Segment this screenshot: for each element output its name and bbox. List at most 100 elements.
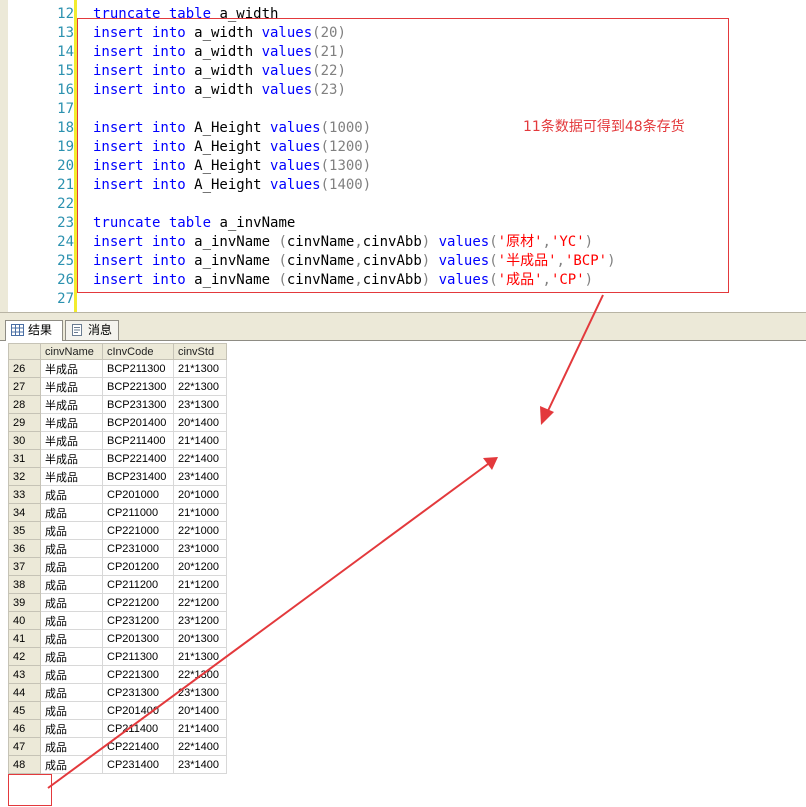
- table-row[interactable]: 42 成品 CP211300 21*1300: [8, 647, 227, 666]
- cell-cinvstd[interactable]: 23*1200: [173, 611, 227, 630]
- cell-cinvname[interactable]: 成品: [40, 485, 103, 504]
- cell-cinvcode[interactable]: CP231000: [102, 539, 174, 558]
- cell-cinvname[interactable]: 半成品: [40, 467, 103, 486]
- column-header-cinvname[interactable]: cinvName: [40, 343, 103, 360]
- table-row[interactable]: 46 成品 CP211400 21*1400: [8, 719, 227, 738]
- cell-cinvcode[interactable]: BCP221300: [102, 377, 174, 396]
- cell-cinvcode[interactable]: CP221400: [102, 737, 174, 756]
- cell-cinvname[interactable]: 成品: [40, 521, 103, 540]
- table-row[interactable]: 47 成品 CP221400 22*1400: [8, 737, 227, 756]
- table-row[interactable]: 43 成品 CP221300 22*1300: [8, 665, 227, 684]
- table-row[interactable]: 35 成品 CP221000 22*1000: [8, 521, 227, 540]
- cell-cinvcode[interactable]: BCP231400: [102, 467, 174, 486]
- cell-cinvstd[interactable]: 22*1300: [173, 665, 227, 684]
- cell-cinvname[interactable]: 半成品: [40, 359, 103, 378]
- cell-cinvname[interactable]: 成品: [40, 647, 103, 666]
- cell-cinvstd[interactable]: 22*1300: [173, 377, 227, 396]
- cell-cinvcode[interactable]: BCP211400: [102, 431, 174, 450]
- row-number[interactable]: 36: [8, 539, 41, 558]
- tab-results[interactable]: 结果: [5, 320, 63, 341]
- cell-cinvcode[interactable]: CP231200: [102, 611, 174, 630]
- cell-cinvname[interactable]: 半成品: [40, 449, 103, 468]
- results-pane[interactable]: cinvName cInvCode cinvStd 26 半成品 BCP211300…: [0, 341, 806, 807]
- table-row[interactable]: 36 成品 CP231000 23*1000: [8, 539, 227, 558]
- table-row[interactable]: 38 成品 CP211200 21*1200: [8, 575, 227, 594]
- column-header-cinvstd[interactable]: cinvStd: [173, 343, 227, 360]
- cell-cinvname[interactable]: 半成品: [40, 431, 103, 450]
- cell-cinvname[interactable]: 成品: [40, 557, 103, 576]
- table-row[interactable]: 26 半成品 BCP211300 21*1300: [8, 359, 227, 378]
- results-grid[interactable]: cinvName cInvCode cinvStd 26 半成品 BCP211300…: [8, 343, 227, 774]
- cell-cinvstd[interactable]: 21*1000: [173, 503, 227, 522]
- table-row[interactable]: 34 成品 CP211000 21*1000: [8, 503, 227, 522]
- cell-cinvstd[interactable]: 23*1300: [173, 395, 227, 414]
- table-row[interactable]: 45 成品 CP201400 20*1400: [8, 701, 227, 720]
- cell-cinvcode[interactable]: CP201000: [102, 485, 174, 504]
- cell-cinvstd[interactable]: 22*1200: [173, 593, 227, 612]
- cell-cinvstd[interactable]: 23*1400: [173, 755, 227, 774]
- cell-cinvcode[interactable]: CP201300: [102, 629, 174, 648]
- table-row[interactable]: 39 成品 CP221200 22*1200: [8, 593, 227, 612]
- row-number[interactable]: 32: [8, 467, 41, 486]
- cell-cinvstd[interactable]: 23*1000: [173, 539, 227, 558]
- cell-cinvcode[interactable]: BCP231300: [102, 395, 174, 414]
- cell-cinvname[interactable]: 成品: [40, 629, 103, 648]
- cell-cinvcode[interactable]: CP211300: [102, 647, 174, 666]
- cell-cinvname[interactable]: 成品: [40, 593, 103, 612]
- tab-messages[interactable]: 消息: [65, 320, 119, 340]
- cell-cinvname[interactable]: 半成品: [40, 395, 103, 414]
- row-number[interactable]: 31: [8, 449, 41, 468]
- table-row[interactable]: 44 成品 CP231300 23*1300: [8, 683, 227, 702]
- cell-cinvname[interactable]: 成品: [40, 575, 103, 594]
- cell-cinvstd[interactable]: 20*1200: [173, 557, 227, 576]
- cell-cinvstd[interactable]: 20*1400: [173, 413, 227, 432]
- cell-cinvname[interactable]: 成品: [40, 701, 103, 720]
- cell-cinvstd[interactable]: 20*1400: [173, 701, 227, 720]
- row-number[interactable]: 33: [8, 485, 41, 504]
- cell-cinvname[interactable]: 半成品: [40, 377, 103, 396]
- table-row[interactable]: 30 半成品 BCP211400 21*1400: [8, 431, 227, 450]
- cell-cinvname[interactable]: 成品: [40, 737, 103, 756]
- cell-cinvcode[interactable]: CP211000: [102, 503, 174, 522]
- cell-cinvcode[interactable]: CP201400: [102, 701, 174, 720]
- cell-cinvcode[interactable]: CP221000: [102, 521, 174, 540]
- row-header-corner[interactable]: [8, 343, 41, 360]
- row-number[interactable]: 47: [8, 737, 41, 756]
- sql-editor[interactable]: 12 truncate table a_width 13 insert into a_…: [0, 0, 806, 312]
- table-row[interactable]: 29 半成品 BCP201400 20*1400: [8, 413, 227, 432]
- row-number[interactable]: 46: [8, 719, 41, 738]
- row-number[interactable]: 29: [8, 413, 41, 432]
- cell-cinvname[interactable]: 成品: [40, 719, 103, 738]
- row-number[interactable]: 37: [8, 557, 41, 576]
- cell-cinvstd[interactable]: 21*1200: [173, 575, 227, 594]
- cell-cinvname[interactable]: 成品: [40, 665, 103, 684]
- cell-cinvstd[interactable]: 23*1400: [173, 467, 227, 486]
- cell-cinvcode[interactable]: CP221200: [102, 593, 174, 612]
- cell-cinvstd[interactable]: 21*1300: [173, 359, 227, 378]
- row-number[interactable]: 38: [8, 575, 41, 594]
- table-row[interactable]: 33 成品 CP201000 20*1000: [8, 485, 227, 504]
- cell-cinvname[interactable]: 成品: [40, 683, 103, 702]
- cell-cinvcode[interactable]: BCP211300: [102, 359, 174, 378]
- table-row[interactable]: 32 半成品 BCP231400 23*1400: [8, 467, 227, 486]
- cell-cinvstd[interactable]: 21*1400: [173, 719, 227, 738]
- cell-cinvname[interactable]: 成品: [40, 539, 103, 558]
- cell-cinvstd[interactable]: 22*1400: [173, 449, 227, 468]
- row-number[interactable]: 40: [8, 611, 41, 630]
- column-header-cinvcode[interactable]: cInvCode: [102, 343, 174, 360]
- cell-cinvstd[interactable]: 23*1300: [173, 683, 227, 702]
- table-row[interactable]: 27 半成品 BCP221300 22*1300: [8, 377, 227, 396]
- cell-cinvstd[interactable]: 20*1000: [173, 485, 227, 504]
- cell-cinvstd[interactable]: 22*1000: [173, 521, 227, 540]
- cell-cinvstd[interactable]: 22*1400: [173, 737, 227, 756]
- pane-splitter[interactable]: [0, 312, 806, 319]
- cell-cinvcode[interactable]: CP221300: [102, 665, 174, 684]
- cell-cinvcode[interactable]: CP211400: [102, 719, 174, 738]
- row-number[interactable]: 39: [8, 593, 41, 612]
- table-row[interactable]: 28 半成品 BCP231300 23*1300: [8, 395, 227, 414]
- cell-cinvcode[interactable]: BCP201400: [102, 413, 174, 432]
- cell-cinvstd[interactable]: 21*1300: [173, 647, 227, 666]
- table-row[interactable]: 48 成品 CP231400 23*1400: [8, 755, 227, 774]
- row-number[interactable]: 42: [8, 647, 41, 666]
- table-row[interactable]: 40 成品 CP231200 23*1200: [8, 611, 227, 630]
